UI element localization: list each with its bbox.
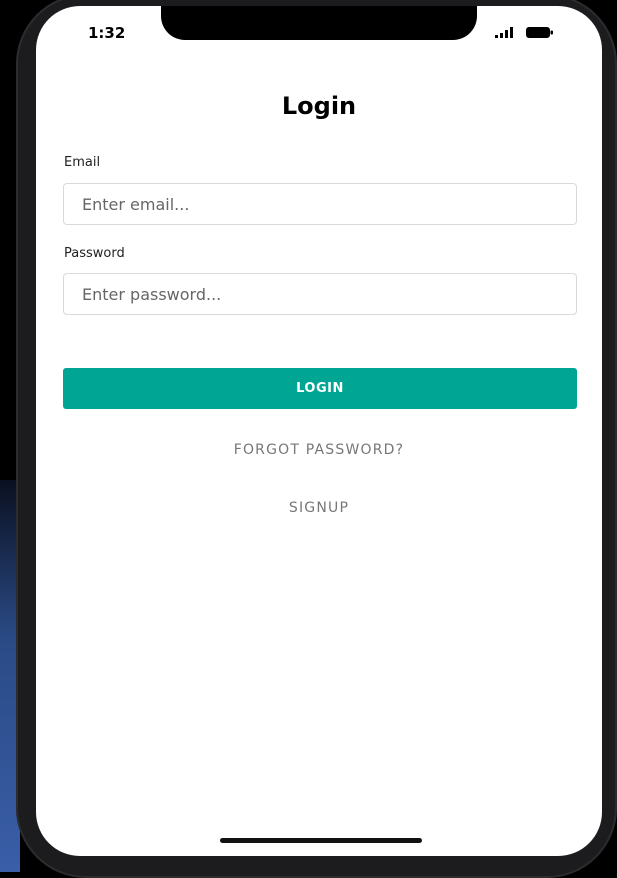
status-bar-time: 1:32 <box>88 24 126 42</box>
home-indicator <box>220 838 422 843</box>
cellular-signal-icon <box>495 27 513 38</box>
forgot-password-button[interactable]: FORGOT PASSWORD? <box>36 442 602 458</box>
email-input[interactable] <box>63 183 577 225</box>
password-input[interactable] <box>63 273 577 315</box>
battery-icon <box>526 27 553 38</box>
phone-notch <box>161 6 477 40</box>
login-button[interactable]: LOGIN <box>63 368 577 409</box>
email-label: Email <box>64 155 101 170</box>
page-title: Login <box>281 92 357 120</box>
password-label: Password <box>64 246 125 261</box>
phone-screen: 1:32 Login Email Password LOGIN FORGOT P… <box>36 6 602 856</box>
signup-button[interactable]: SIGNUP <box>36 500 602 516</box>
